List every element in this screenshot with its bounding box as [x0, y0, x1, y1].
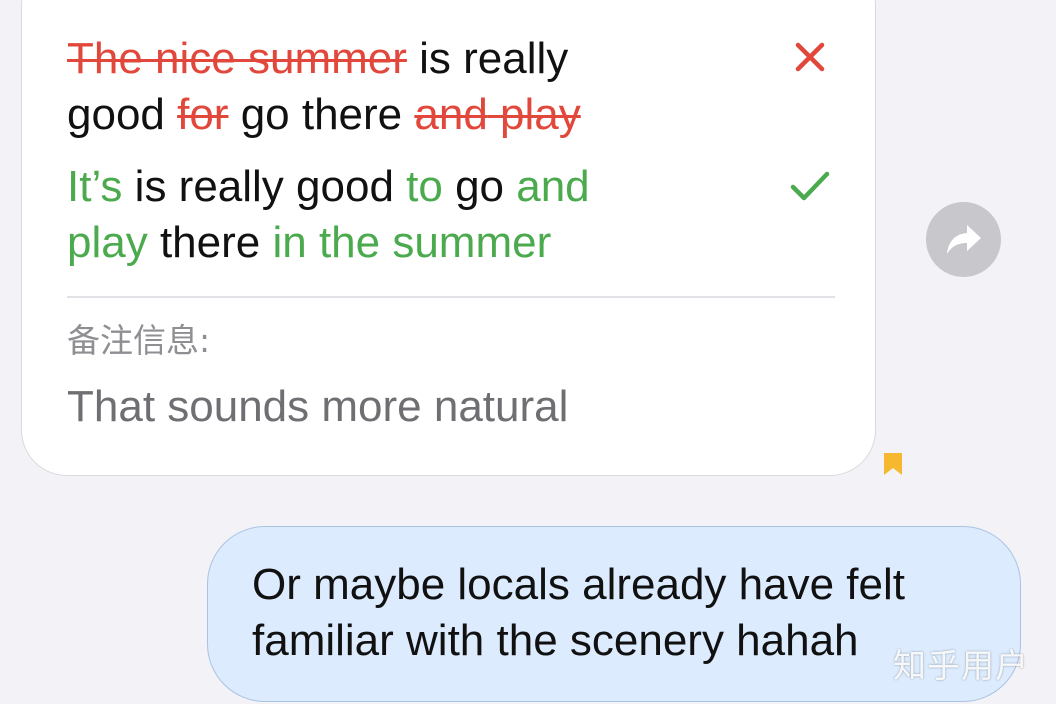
- inserted-text: in the summer: [272, 218, 552, 267]
- share-button[interactable]: [926, 202, 1001, 277]
- original-text-line-1: The nice summer is really: [67, 31, 568, 87]
- deleted-text: The nice summer: [67, 34, 407, 83]
- corrected-text-line-2: play there in the summer: [67, 215, 551, 271]
- kept-text: go: [442, 162, 517, 211]
- note-label: 备注信息:: [67, 321, 211, 360]
- deleted-text: play: [500, 90, 581, 139]
- deleted-text: and: [414, 90, 488, 139]
- inserted-text: to: [406, 162, 443, 211]
- deleted-text-space: [488, 90, 500, 139]
- inserted-text: It’s: [67, 162, 123, 211]
- kept-text: is really good: [122, 162, 407, 211]
- close-icon: [790, 37, 830, 77]
- checkmark-icon: [790, 166, 830, 206]
- corrected-text-line-1: It’s is really good to go and: [67, 159, 590, 215]
- divider: [67, 296, 835, 298]
- deleted-text: for: [177, 90, 229, 139]
- original-text: is really: [406, 34, 569, 83]
- inserted-text: and: [516, 162, 590, 211]
- kept-text: there: [147, 218, 273, 267]
- original-text: good: [67, 90, 178, 139]
- watermark: 知乎用户: [893, 646, 1029, 685]
- message-text-line-2: familiar with the scenery hahah: [252, 616, 859, 665]
- message-text-line-1: Or maybe locals already have felt: [252, 560, 905, 609]
- inserted-text: play: [67, 218, 148, 267]
- note-text: That sounds more natural: [67, 382, 569, 431]
- share-arrow-icon: [946, 224, 981, 254]
- correction-card: The nice summer is really good for go th…: [21, 0, 876, 476]
- original-text: go there: [228, 90, 415, 139]
- original-text-line-2: good for go there and play: [67, 87, 581, 143]
- bookmark-icon[interactable]: [884, 453, 902, 475]
